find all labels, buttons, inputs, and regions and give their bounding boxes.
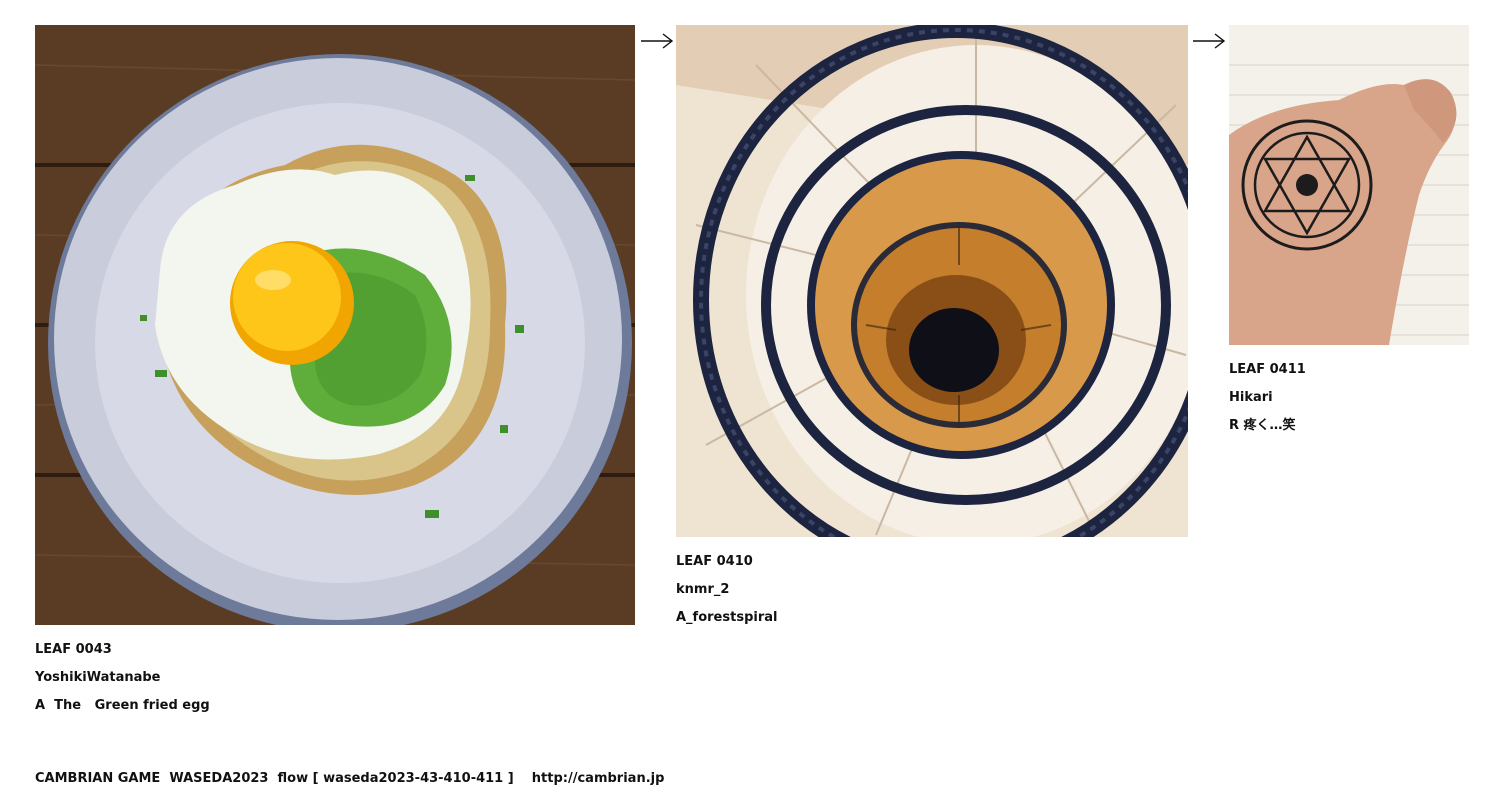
leaf-card-0043: LEAF 0043 YoshikiWatanabe A The Green fr… <box>35 25 635 720</box>
leaf-image-hand-magic-circle[interactable] <box>1229 25 1469 345</box>
leaf-image-spiral-staircase[interactable] <box>676 25 1188 537</box>
leaf-meta: LEAF 0411 Hikari R 疼く…笑 <box>1229 356 1469 440</box>
leaf-card-0410: LEAF 0410 knmr_2 A_forestspiral <box>676 25 1188 632</box>
leaf-card-0411: LEAF 0411 Hikari R 疼く…笑 <box>1229 25 1469 440</box>
leaf-code: LEAF 0043 <box>35 642 112 657</box>
leaf-code: LEAF 0411 <box>1229 362 1306 377</box>
leaf-meta: LEAF 0410 knmr_2 A_forestspiral <box>676 548 1188 632</box>
leaf-code: LEAF 0410 <box>676 554 753 569</box>
arrow-right-icon <box>641 33 674 49</box>
leaf-author[interactable]: YoshikiWatanabe <box>35 664 635 692</box>
leaf-caption: A The Green fried egg <box>35 698 210 713</box>
footer-credit: CAMBRIAN GAME WASEDA2023 flow [ waseda20… <box>35 771 665 786</box>
leaf-image-fried-egg[interactable] <box>35 25 635 625</box>
leaf-caption: A_forestspiral <box>676 610 778 625</box>
leaf-meta: LEAF 0043 YoshikiWatanabe A The Green fr… <box>35 636 635 720</box>
leaf-caption: R 疼く…笑 <box>1229 418 1296 433</box>
leaf-author[interactable]: knmr_2 <box>676 576 1188 604</box>
leaf-author[interactable]: Hikari <box>1229 384 1469 412</box>
arrow-right-icon <box>1193 33 1226 49</box>
